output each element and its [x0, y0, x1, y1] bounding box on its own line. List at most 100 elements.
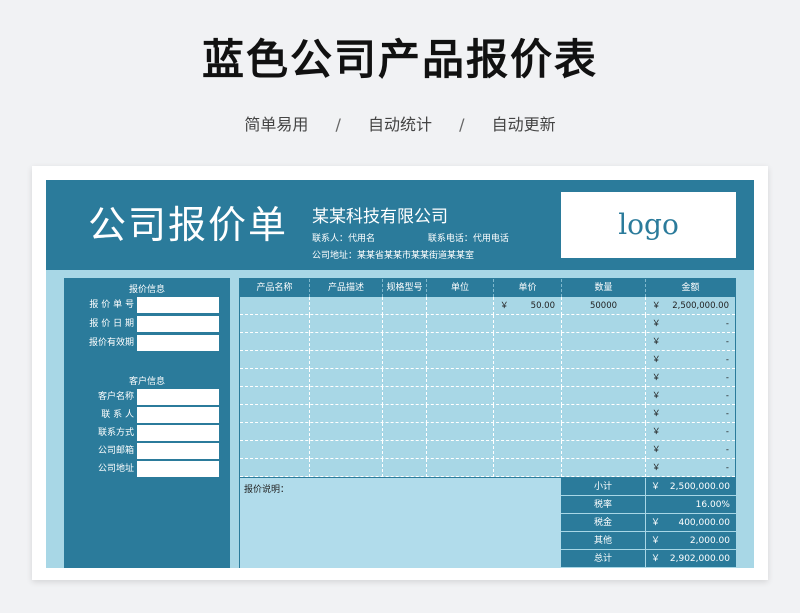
total-label: 小计 [561, 478, 646, 496]
table-cell-qty[interactable] [562, 405, 646, 423]
table-cell-amount[interactable]: ￥ - [646, 351, 735, 369]
table-cell-spec[interactable] [383, 405, 427, 423]
table-cell-amount[interactable]: ￥ - [646, 459, 735, 477]
table-cell-price[interactable]: ￥ 50.00 [494, 297, 562, 315]
table-cell-amount[interactable]: ￥ 2,500,000.00 [646, 297, 735, 315]
customer-name-input[interactable] [137, 389, 219, 405]
table-cell-name[interactable] [240, 423, 310, 441]
table-cell-spec[interactable] [383, 297, 427, 315]
feature-item: 自动更新 [491, 115, 556, 134]
table-cell-name[interactable] [240, 387, 310, 405]
contact-input[interactable] [137, 407, 219, 423]
table-cell-desc[interactable] [310, 315, 383, 333]
table-cell-desc[interactable] [310, 369, 383, 387]
table-cell-amount[interactable]: ￥ - [646, 441, 735, 459]
table-cell-unit[interactable] [427, 441, 494, 459]
table-cell-unit[interactable] [427, 405, 494, 423]
table-cell-desc[interactable] [310, 405, 383, 423]
table-cell-amount[interactable]: ￥ - [646, 369, 735, 387]
table-cell-qty[interactable] [562, 423, 646, 441]
quote-notes[interactable]: 报价说明： [239, 478, 561, 568]
column-header: 单价 [494, 279, 562, 297]
table-cell-price[interactable] [494, 441, 562, 459]
table-cell-qty[interactable] [562, 315, 646, 333]
table-cell-desc[interactable] [310, 351, 383, 369]
table-cell-spec[interactable] [383, 423, 427, 441]
table-cell-unit[interactable] [427, 351, 494, 369]
table-cell-spec[interactable] [383, 315, 427, 333]
cell-value: - [725, 355, 729, 365]
table-cell-price[interactable] [494, 351, 562, 369]
table-cell-name[interactable] [240, 333, 310, 351]
table-cell-desc[interactable] [310, 297, 383, 315]
table-cell-qty[interactable] [562, 387, 646, 405]
total-row: 小计 ￥ 2,500,000.00 [561, 478, 736, 496]
table-cell-desc[interactable] [310, 423, 383, 441]
table-row: ￥ 50.00 50000 ￥ 2,500,000.00 [240, 297, 735, 315]
table-cell-desc[interactable] [310, 387, 383, 405]
table-cell-spec[interactable] [383, 459, 427, 477]
table-cell-amount[interactable]: ￥ - [646, 333, 735, 351]
table-cell-spec[interactable] [383, 333, 427, 351]
feature-subtitle: 简单易用 / 自动统计 / 自动更新 [0, 112, 800, 138]
table-cell-unit[interactable] [427, 315, 494, 333]
separator: / [459, 115, 465, 134]
table-cell-name[interactable] [240, 441, 310, 459]
table-cell-unit[interactable] [427, 387, 494, 405]
table-cell-name[interactable] [240, 351, 310, 369]
table-cell-name[interactable] [240, 405, 310, 423]
table-cell-qty[interactable] [562, 333, 646, 351]
table-cell-amount[interactable]: ￥ - [646, 405, 735, 423]
table-cell-desc[interactable] [310, 441, 383, 459]
company-name: 某某科技有限公司 [312, 207, 448, 227]
table-cell-name[interactable] [240, 297, 310, 315]
table-cell-amount[interactable]: ￥ - [646, 387, 735, 405]
table-cell-price[interactable] [494, 369, 562, 387]
total-row: 总计 ￥ 2,902,000.00 [561, 550, 736, 568]
table-cell-spec[interactable] [383, 369, 427, 387]
table-cell-qty[interactable] [562, 369, 646, 387]
yen-symbol: ￥ [651, 554, 661, 564]
table-row: ￥ - [240, 369, 735, 387]
table-cell-name[interactable] [240, 315, 310, 333]
table-cell-qty[interactable] [562, 459, 646, 477]
contact-person: 联系人：代用名 [312, 234, 376, 244]
table-cell-price[interactable] [494, 459, 562, 477]
table-cell-unit[interactable] [427, 333, 494, 351]
totals-panel: 小计 ￥ 2,500,000.00 税率 16.00% 税金 ￥ 400,000… [561, 478, 736, 568]
table-cell-amount[interactable]: ￥ - [646, 315, 735, 333]
table-cell-price[interactable] [494, 333, 562, 351]
header-banner: 公司报价单 某某科技有限公司 联系人：代用名 联系电话：代用电话 公司地址：某某… [46, 180, 754, 270]
logo-placeholder[interactable]: logo [561, 192, 736, 258]
table-cell-unit[interactable] [427, 297, 494, 315]
quote-date-input[interactable] [137, 316, 219, 332]
table-row: ￥ - [240, 351, 735, 369]
table-cell-spec[interactable] [383, 441, 427, 459]
table-cell-price[interactable] [494, 387, 562, 405]
table-cell-unit[interactable] [427, 459, 494, 477]
address-input[interactable] [137, 461, 219, 477]
table-cell-qty[interactable] [562, 351, 646, 369]
table-cell-qty[interactable] [562, 441, 646, 459]
table-cell-desc[interactable] [310, 459, 383, 477]
contact-method-input[interactable] [137, 425, 219, 441]
table-cell-name[interactable] [240, 369, 310, 387]
yen-symbol: ￥ [652, 355, 661, 365]
validity-input[interactable] [137, 335, 219, 351]
table-cell-price[interactable] [494, 423, 562, 441]
total-value: 16.00% [695, 500, 730, 510]
table-cell-spec[interactable] [383, 387, 427, 405]
customer-info-title: 客户信息 [128, 377, 165, 387]
table-cell-name[interactable] [240, 459, 310, 477]
table-cell-unit[interactable] [427, 423, 494, 441]
total-label: 税金 [561, 514, 646, 532]
table-cell-unit[interactable] [427, 369, 494, 387]
table-cell-desc[interactable] [310, 333, 383, 351]
table-cell-price[interactable] [494, 315, 562, 333]
table-cell-spec[interactable] [383, 351, 427, 369]
email-input[interactable] [137, 443, 219, 459]
table-cell-price[interactable] [494, 405, 562, 423]
table-cell-amount[interactable]: ￥ - [646, 423, 735, 441]
quote-number-input[interactable] [137, 297, 219, 313]
table-cell-qty[interactable]: 50000 [562, 297, 646, 315]
